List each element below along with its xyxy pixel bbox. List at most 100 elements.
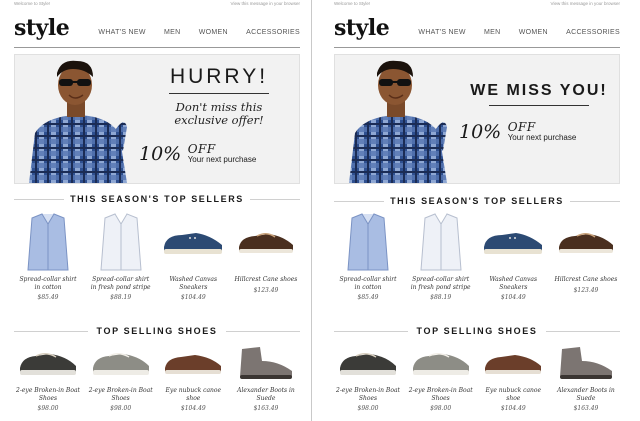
grey-boat-shoe-icon xyxy=(412,353,469,375)
product-price: $123.49 xyxy=(573,286,599,294)
email-panel-hurry: Welcome to Style! View this message in y… xyxy=(12,0,302,421)
style-logo[interactable]: style xyxy=(14,16,70,40)
brown-boat-shoe-icon xyxy=(238,233,293,253)
panel-divider xyxy=(311,0,312,421)
product-name-line1: Washed Canvas xyxy=(489,276,538,283)
offer-off: OFF xyxy=(507,120,536,134)
header-divider xyxy=(334,47,620,48)
hero-headline-rule xyxy=(169,93,269,94)
product-card[interactable]: 2-eye Broken-in Boat Shoes $98.00 xyxy=(14,343,82,412)
top-sellers-row: Spread-collar shirt in cotton $85.49 Spr… xyxy=(12,212,302,301)
hero-subline-2: exclusive offer! xyxy=(174,113,264,127)
product-name-line2: Shoes xyxy=(431,394,450,402)
offer-percent: 10% xyxy=(139,143,182,165)
product-name-line1: Hillcrest Cane shoes xyxy=(234,276,298,283)
product-card[interactable]: Washed Canvas Sneakers $104.49 xyxy=(479,212,547,301)
product-name-line1: Spread-collar shirt xyxy=(92,276,150,283)
main-nav: WHAT'S NEW MEN WOMEN ACCESSORIES xyxy=(402,29,620,36)
product-card[interactable]: Eye nubuck canoe shoe $104.49 xyxy=(479,343,547,412)
nav-women[interactable]: WOMEN xyxy=(199,29,228,36)
product-price: $104.49 xyxy=(500,405,526,412)
product-card[interactable]: Spread-collar shirt in cotton $85.49 xyxy=(334,212,402,301)
product-name-line2: in cotton xyxy=(354,283,382,291)
product-card[interactable]: 2-eye Broken-in Boat Shoes $98.00 xyxy=(87,343,155,412)
offer-block: 10% OFF Your next purchase xyxy=(459,121,576,143)
product-card[interactable]: Eye nubuck canoe shoe $104.49 xyxy=(159,343,227,412)
product-card[interactable]: Spread-collar shirt in fresh pond stripe… xyxy=(87,212,155,301)
product-card[interactable]: Alexander Boots in Suede $163.49 xyxy=(232,343,300,412)
top-sellers-row: Spread-collar shirt in cotton $85.49 Spr… xyxy=(332,212,622,301)
product-price: $98.00 xyxy=(110,405,132,412)
product-card[interactable]: Washed Canvas Sneakers $104.49 xyxy=(159,212,227,301)
nav-men[interactable]: MEN xyxy=(164,29,180,36)
view-in-browser-link[interactable]: View this message in your browser xyxy=(231,1,300,6)
nav-whats-new[interactable]: WHAT'S NEW xyxy=(98,29,145,36)
blue-check-shirt-icon xyxy=(347,213,389,271)
model-photo-icon xyxy=(349,60,447,183)
product-name-line1: Eye nubuck canoe shoe xyxy=(485,387,542,402)
product-name-line2: in fresh pond stripe xyxy=(90,283,151,291)
hero-headline: WE MISS YOU! xyxy=(470,82,608,99)
section-title-top-shoes: TOP SELLING SHOES xyxy=(96,326,218,336)
product-card[interactable]: Spread-collar shirt in cotton $85.49 xyxy=(14,212,82,301)
product-name-line2: Shoes xyxy=(358,394,378,402)
product-card[interactable]: 2-eye Broken-in Boat Shoes $98.00 xyxy=(334,343,402,412)
email-panel-we-miss-you: Welcome to Style! View this message in y… xyxy=(332,0,622,421)
offer-off: OFF xyxy=(187,142,216,156)
view-in-browser-link[interactable]: View this message in your browser xyxy=(551,1,620,6)
white-stripe-shirt-icon xyxy=(420,213,462,271)
style-logo[interactable]: style xyxy=(334,16,390,40)
product-price: $98.00 xyxy=(37,405,59,412)
nav-accessories[interactable]: ACCESSORIES xyxy=(246,29,300,36)
product-name-line1: Eye nubuck canoe shoe xyxy=(165,387,222,402)
product-price: $88.19 xyxy=(430,294,452,301)
product-name-line1: Washed Canvas xyxy=(169,276,218,283)
product-price: $123.49 xyxy=(253,286,279,294)
product-price: $98.00 xyxy=(357,405,379,412)
offer-text: Your next purchase xyxy=(507,133,577,142)
product-name-line1: Spread-collar shirt xyxy=(19,276,77,283)
brown-canoe-shoe-icon xyxy=(485,355,542,374)
product-name-line2: Shoes xyxy=(38,394,58,402)
product-name-line1: Alexander Boots in xyxy=(237,387,295,394)
hero-banner[interactable]: WE MISS YOU! 10% OFF Your next purchase xyxy=(334,54,620,184)
top-shoes-row: 2-eye Broken-in Boat Shoes $98.00 2-eye … xyxy=(12,343,302,412)
product-price: $85.49 xyxy=(357,294,379,301)
preheader: Welcome to Style! View this message in y… xyxy=(12,1,302,9)
product-price: $104.49 xyxy=(180,294,206,301)
preheader: Welcome to Style! View this message in y… xyxy=(332,1,622,9)
offer-text: Your next purchase xyxy=(187,155,257,164)
section-title-top-sellers: THIS SEASON'S TOP SELLERS xyxy=(390,196,564,206)
nav-whats-new[interactable]: WHAT'S NEW xyxy=(418,29,465,36)
product-card[interactable]: Alexander Boots in Suede $163.49 xyxy=(552,343,620,412)
product-name-line1: 2-eye Broken-in Boat xyxy=(336,387,400,394)
brown-boat-shoe-icon xyxy=(558,233,613,253)
model-photo-icon xyxy=(29,60,127,183)
product-price: $85.49 xyxy=(37,294,59,301)
nav-accessories[interactable]: ACCESSORIES xyxy=(566,29,620,36)
welcome-text: Welcome to Style! xyxy=(334,1,371,6)
product-price: $163.49 xyxy=(253,405,279,412)
white-stripe-shirt-icon xyxy=(100,213,142,271)
welcome-text: Welcome to Style! xyxy=(14,1,51,6)
product-card[interactable]: Spread-collar shirt in fresh pond stripe… xyxy=(407,212,475,301)
nav-women[interactable]: WOMEN xyxy=(519,29,548,36)
grey-boat-shoe-icon xyxy=(92,353,149,375)
product-name-line1: 2-eye Broken-in Boat xyxy=(88,387,153,394)
product-card[interactable]: 2-eye Broken-in Boat Shoes $98.00 xyxy=(407,343,475,412)
navy-canvas-sneaker-icon xyxy=(164,233,223,254)
offer-percent: 10% xyxy=(459,121,502,143)
product-card[interactable]: Hillcrest Cane shoes $123.49 xyxy=(232,212,300,301)
dark-boat-shoe-icon xyxy=(20,353,76,375)
brown-canoe-shoe-icon xyxy=(165,355,222,374)
product-name-line2: Sneakers xyxy=(179,283,208,291)
main-nav: WHAT'S NEW MEN WOMEN ACCESSORIES xyxy=(82,29,300,36)
product-price: $98.00 xyxy=(430,405,452,412)
hero-banner[interactable]: HURRY! Don't miss this exclusive offer! … xyxy=(14,54,300,184)
product-card[interactable]: Hillcrest Cane shoes $123.49 xyxy=(552,212,620,301)
nav-men[interactable]: MEN xyxy=(484,29,500,36)
product-name-line1: Alexander Boots in xyxy=(557,387,615,394)
product-name-line2: Sneakers xyxy=(499,283,528,291)
product-price: $163.49 xyxy=(573,405,599,412)
product-name-line2: in fresh pond stripe xyxy=(410,283,471,291)
